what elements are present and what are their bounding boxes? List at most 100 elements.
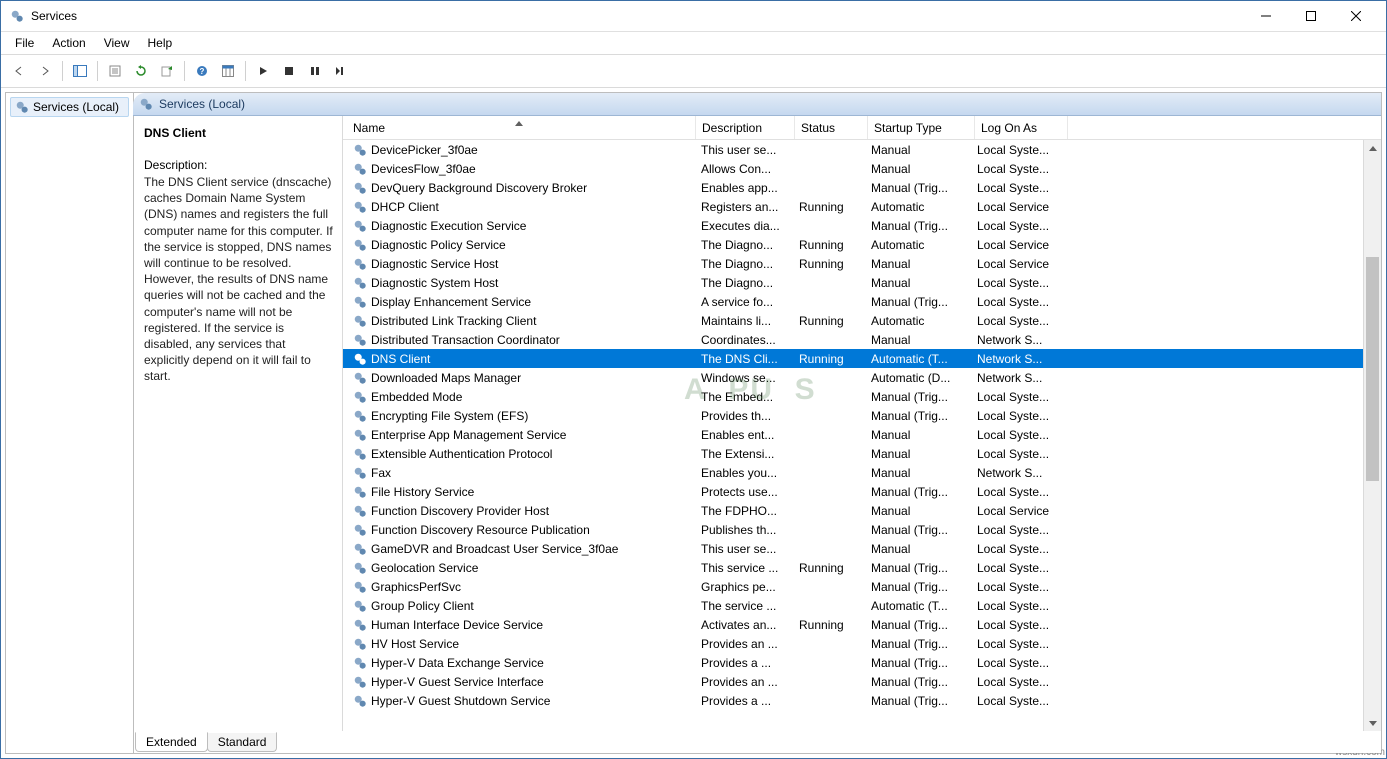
service-row[interactable]: DNS ClientThe DNS Cli...RunningAutomatic… — [343, 349, 1363, 368]
content-area: DNS Client Description: The DNS Client s… — [134, 116, 1381, 732]
pane-header-title: Services (Local) — [159, 97, 245, 111]
service-row[interactable]: Distributed Transaction CoordinatorCoord… — [343, 330, 1363, 349]
menu-help[interactable]: Help — [140, 34, 181, 52]
service-row[interactable]: Diagnostic System HostThe Diagno...Manua… — [343, 273, 1363, 292]
service-row[interactable]: Hyper-V Guest Shutdown ServiceProvides a… — [343, 691, 1363, 710]
tree-item-services-local[interactable]: Services (Local) — [10, 97, 129, 117]
service-row[interactable]: DevQuery Background Discovery BrokerEnab… — [343, 178, 1363, 197]
column-startup-type[interactable]: Startup Type — [868, 116, 975, 139]
start-service-button[interactable] — [251, 59, 275, 83]
service-row[interactable]: Downloaded Maps ManagerWindows se...Auto… — [343, 368, 1363, 387]
service-row[interactable]: Diagnostic Service HostThe Diagno...Runn… — [343, 254, 1363, 273]
export-button[interactable] — [155, 59, 179, 83]
service-logon: Local Syste... — [971, 447, 1063, 461]
service-description: The DNS Cli... — [695, 352, 793, 366]
service-description: The service ... — [695, 599, 793, 613]
service-row[interactable]: Function Discovery Resource PublicationP… — [343, 520, 1363, 539]
service-row[interactable]: Diagnostic Policy ServiceThe Diagno...Ru… — [343, 235, 1363, 254]
service-row[interactable]: DevicesFlow_3f0aeAllows Con...ManualLoca… — [343, 159, 1363, 178]
main-pane: Services (Local) DNS Client Description:… — [134, 93, 1381, 753]
service-row[interactable]: Hyper-V Data Exchange ServiceProvides a … — [343, 653, 1363, 672]
service-description: The FDPHO... — [695, 504, 793, 518]
service-row[interactable]: Geolocation ServiceThis service ...Runni… — [343, 558, 1363, 577]
service-description: A service fo... — [695, 295, 793, 309]
pause-service-button[interactable] — [303, 59, 327, 83]
scroll-down-button[interactable] — [1364, 715, 1381, 732]
service-icon — [353, 447, 367, 461]
service-description: Allows Con... — [695, 162, 793, 176]
service-row[interactable]: File History ServiceProtects use...Manua… — [343, 482, 1363, 501]
back-button[interactable] — [7, 59, 31, 83]
service-row[interactable]: FaxEnables you...ManualNetwork S... — [343, 463, 1363, 482]
service-row[interactable]: Diagnostic Execution ServiceExecutes dia… — [343, 216, 1363, 235]
service-icon — [353, 675, 367, 689]
service-logon: Local Syste... — [971, 409, 1063, 423]
service-description: Enables ent... — [695, 428, 793, 442]
service-row[interactable]: GraphicsPerfSvcGraphics pe...Manual (Tri… — [343, 577, 1363, 596]
show-hide-tree-button[interactable] — [68, 59, 92, 83]
service-row[interactable]: DHCP ClientRegisters an...RunningAutomat… — [343, 197, 1363, 216]
menu-action[interactable]: Action — [44, 34, 93, 52]
service-row[interactable]: Group Policy ClientThe service ...Automa… — [343, 596, 1363, 615]
vertical-scrollbar[interactable] — [1363, 140, 1381, 732]
forward-button[interactable] — [33, 59, 57, 83]
service-startup: Manual — [865, 162, 971, 176]
maximize-button[interactable] — [1288, 2, 1333, 31]
service-logon: Local Syste... — [971, 694, 1063, 708]
help-button[interactable]: ? — [190, 59, 214, 83]
service-logon: Local Syste... — [971, 181, 1063, 195]
tab-extended[interactable]: Extended — [135, 732, 208, 752]
service-row[interactable]: Human Interface Device ServiceActivates … — [343, 615, 1363, 634]
service-icon — [353, 390, 367, 404]
refresh-button[interactable] — [129, 59, 153, 83]
service-icon — [353, 409, 367, 423]
service-icon — [353, 428, 367, 442]
service-row[interactable]: Function Discovery Provider HostThe FDPH… — [343, 501, 1363, 520]
service-icon — [353, 257, 367, 271]
service-name: DNS Client — [371, 352, 430, 366]
close-button[interactable] — [1333, 2, 1378, 31]
columns-button[interactable] — [216, 59, 240, 83]
toolbar: ? — [1, 54, 1386, 88]
service-row[interactable]: GameDVR and Broadcast User Service_3f0ae… — [343, 539, 1363, 558]
service-row[interactable]: Embedded ModeThe Embed...Manual (Trig...… — [343, 387, 1363, 406]
menu-view[interactable]: View — [96, 34, 138, 52]
scroll-track[interactable] — [1364, 157, 1381, 715]
column-log-on-as[interactable]: Log On As — [975, 116, 1068, 139]
description-text: The DNS Client service (dnscache) caches… — [144, 174, 334, 384]
tab-standard[interactable]: Standard — [207, 732, 278, 752]
service-startup: Manual — [865, 447, 971, 461]
service-logon: Local Syste... — [971, 675, 1063, 689]
service-name: Function Discovery Resource Publication — [371, 523, 590, 537]
properties-button[interactable] — [103, 59, 127, 83]
service-row[interactable]: DevicePicker_3f0aeThis user se...ManualL… — [343, 140, 1363, 159]
service-row[interactable]: Display Enhancement ServiceA service fo.… — [343, 292, 1363, 311]
service-logon: Local Syste... — [971, 143, 1063, 157]
service-startup: Manual (Trig... — [865, 656, 971, 670]
service-startup: Manual (Trig... — [865, 618, 971, 632]
service-status: Running — [793, 561, 865, 575]
service-row[interactable]: Distributed Link Tracking ClientMaintain… — [343, 311, 1363, 330]
column-status[interactable]: Status — [795, 116, 868, 139]
service-description: Provides a ... — [695, 656, 793, 670]
service-startup: Manual — [865, 276, 971, 290]
service-logon: Local Service — [971, 257, 1063, 271]
minimize-button[interactable] — [1243, 2, 1288, 31]
pane-header: Services (Local) — [133, 93, 1381, 116]
service-row[interactable]: Enterprise App Management ServiceEnables… — [343, 425, 1363, 444]
scroll-up-button[interactable] — [1364, 140, 1381, 157]
service-logon: Network S... — [971, 371, 1063, 385]
service-row[interactable]: Extensible Authentication ProtocolThe Ex… — [343, 444, 1363, 463]
service-row[interactable]: HV Host ServiceProvides an ...Manual (Tr… — [343, 634, 1363, 653]
service-row[interactable]: Hyper-V Guest Service InterfaceProvides … — [343, 672, 1363, 691]
column-description[interactable]: Description — [696, 116, 795, 139]
scroll-thumb[interactable] — [1366, 257, 1379, 480]
restart-service-button[interactable] — [329, 59, 353, 83]
service-startup: Manual (Trig... — [865, 390, 971, 404]
service-row[interactable]: Encrypting File System (EFS)Provides th.… — [343, 406, 1363, 425]
menu-file[interactable]: File — [7, 34, 42, 52]
service-name: Diagnostic System Host — [371, 276, 498, 290]
service-description: Executes dia... — [695, 219, 793, 233]
stop-service-button[interactable] — [277, 59, 301, 83]
column-name[interactable]: Name — [343, 116, 696, 139]
